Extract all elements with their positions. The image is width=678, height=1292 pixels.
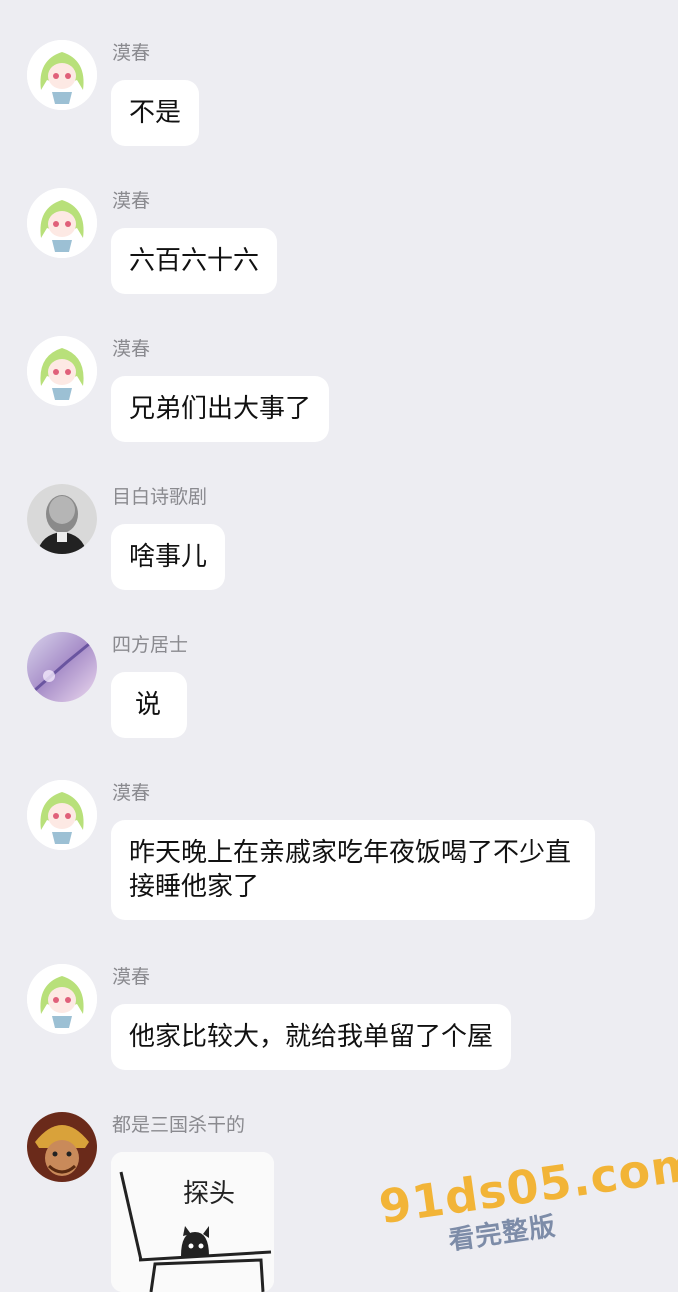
anime-avatar-icon[interactable] bbox=[27, 780, 97, 850]
anime-avatar-icon[interactable] bbox=[27, 40, 97, 110]
sender-name: 漠春 bbox=[112, 338, 151, 360]
message-bubble[interactable]: 说 bbox=[111, 672, 188, 738]
anime-avatar-icon[interactable] bbox=[27, 336, 97, 406]
sender-name: 漠春 bbox=[112, 190, 151, 212]
message-bubble[interactable]: 不是 bbox=[111, 80, 200, 146]
sender-name: 目白诗歌剧 bbox=[112, 486, 208, 508]
message-bubble[interactable]: 六百六十六 bbox=[111, 228, 278, 294]
sticker-image[interactable]: 探头 bbox=[111, 1152, 274, 1292]
message-bubble[interactable]: 昨天晚上在亲戚家吃年夜饭喝了不少直接睡他家了 bbox=[111, 820, 595, 920]
sender-name: 漠春 bbox=[112, 782, 151, 804]
message-bubble[interactable]: 啥事儿 bbox=[111, 524, 226, 590]
sender-name: 四方居士 bbox=[112, 634, 189, 656]
sticker-caption: 探头 bbox=[183, 1179, 235, 1209]
anime-avatar-icon[interactable] bbox=[27, 964, 97, 1034]
sender-name: 漠春 bbox=[112, 42, 151, 64]
sender-name: 漠春 bbox=[112, 966, 151, 988]
painting-avatar-icon[interactable] bbox=[27, 632, 97, 702]
portrait-avatar-icon[interactable] bbox=[27, 484, 97, 554]
message-bubble[interactable]: 兄弟们出大事了 bbox=[111, 376, 330, 442]
warrior-avatar-icon[interactable] bbox=[27, 1112, 97, 1182]
sender-name: 都是三国杀干的 bbox=[112, 1114, 246, 1136]
anime-avatar-icon[interactable] bbox=[27, 188, 97, 258]
message-bubble[interactable]: 他家比较大，就给我单留了个屋 bbox=[111, 1004, 512, 1070]
